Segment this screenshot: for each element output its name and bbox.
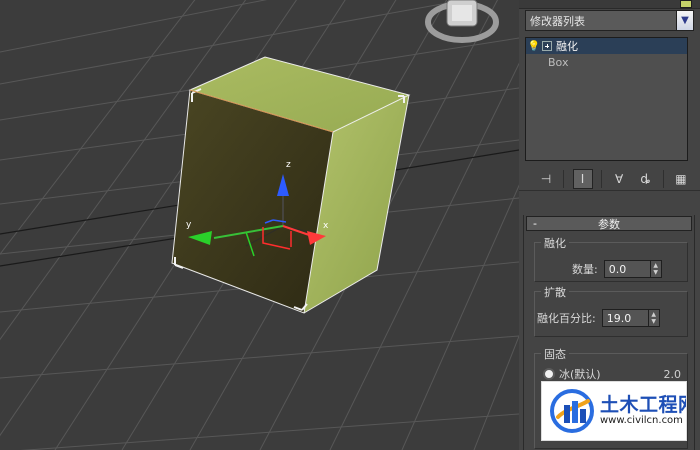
spread-group: 扩散 融化百分比: 19.0 ▲ ▼ [534,284,688,337]
spinner-down-icon[interactable]: ▼ [653,269,658,276]
percent-spinner[interactable]: 19.0 ▲ ▼ [601,309,660,327]
amount-label: 数量: [572,263,598,276]
modifier-stack-list[interactable]: 💡 融化 Box [525,37,688,161]
toolbar-separator [563,169,565,188]
modifier-list-dropdown[interactable]: 修改器列表 ▼ [525,10,694,31]
collapse-icon[interactable]: - [527,218,543,229]
viewport-canvas[interactable]: z y x [0,0,519,450]
melt-group-title: 融化 [541,235,569,251]
amount-row: 数量: 0.0 ▲ ▼ [535,259,687,279]
watermark-brand: 土木工程网 [600,394,686,416]
solidity-group-title: 固态 [541,346,569,362]
percent-value[interactable]: 19.0 [603,312,648,325]
object-color-swatch[interactable] [680,0,692,8]
spinner-arrows-icon[interactable]: ▲ ▼ [649,261,661,277]
stack-item-label: 融化 [556,40,578,53]
stack-item-melt[interactable]: 💡 融化 [526,38,687,54]
spinner-up-icon[interactable]: ▲ [651,311,656,318]
stack-item-box[interactable]: Box [526,54,687,70]
radio-button[interactable] [543,368,555,380]
perspective-viewport[interactable]: z y x [0,0,520,450]
make-unique-icon[interactable]: ∀ [610,170,628,188]
pin-stack-icon[interactable]: ⊣ [537,170,555,188]
configure-modifier-sets-icon[interactable]: ▦ [672,170,690,188]
percent-label: 融化百分比: [537,312,596,325]
amount-spinner[interactable]: 0.0 ▲ ▼ [603,260,662,278]
modifier-stack-toolbar: ⊣ I ∀ ȡ ▦ [519,167,700,191]
toolbar-separator [600,169,602,188]
modifier-list-value: 修改器列表 [530,14,585,28]
rollout-title: 参数 [598,217,620,231]
remove-modifier-icon[interactable]: ȡ [636,170,654,188]
watermark-logo [548,387,596,435]
watermark: 土木工程网 www.civilcn.com [541,381,687,441]
melt-group: 融化 数量: 0.0 ▲ ▼ [534,235,688,282]
app-window: z y x 修改器列表 ▼ 💡 融化 Box ⊣ I ∀ ȡ ▦ - 参数 融化… [0,0,700,450]
stack-item-label: Box [548,55,569,69]
watermark-url: www.civilcn.com [600,415,683,426]
x-axis-label: x [323,221,329,231]
rollout-header[interactable]: - 参数 [526,216,692,231]
expand-icon[interactable] [542,41,552,51]
spinner-down-icon[interactable]: ▼ [651,318,656,325]
amount-value[interactable]: 0.0 [605,263,650,276]
lightbulb-icon[interactable]: 💡 [526,41,542,52]
z-axis-label: z [286,160,291,170]
y-axis-label: y [186,220,192,230]
panel-top-strip [519,0,700,9]
show-end-result-icon[interactable]: I [572,168,593,189]
spread-group-title: 扩散 [541,284,569,300]
solidity-option-label[interactable]: 冰(默认) [559,366,601,382]
spinner-up-icon[interactable]: ▲ [653,262,658,269]
toolbar-separator [662,169,664,188]
chevron-down-icon[interactable]: ▼ [676,11,693,30]
solidity-option-value: 2.0 [663,367,682,381]
spinner-arrows-icon[interactable]: ▲ ▼ [647,310,659,326]
percent-row: 融化百分比: 19.0 ▲ ▼ [535,308,687,328]
watermark-text: 土木工程网 www.civilcn.com [596,394,686,427]
